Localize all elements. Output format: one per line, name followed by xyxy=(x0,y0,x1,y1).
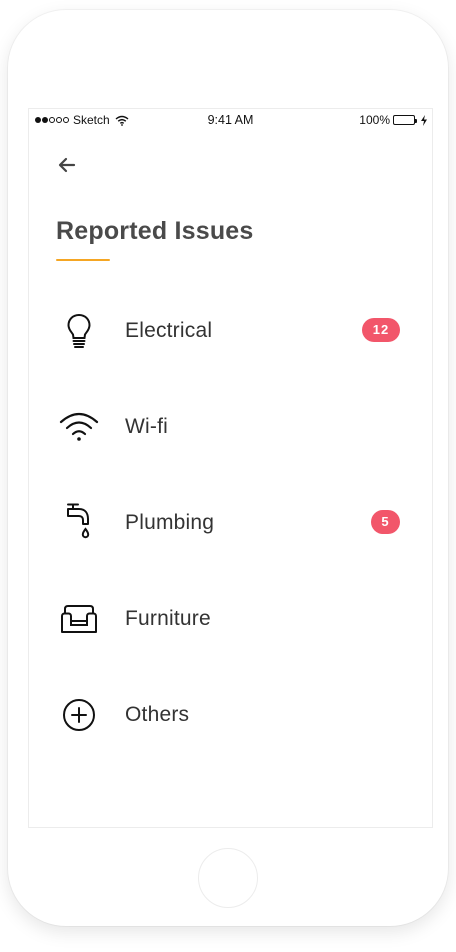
lightbulb-icon xyxy=(59,311,99,351)
issue-label: Others xyxy=(125,703,190,726)
issue-label: Furniture xyxy=(125,607,211,630)
plus-circle-icon xyxy=(59,695,99,735)
issue-item-others[interactable]: Others xyxy=(29,683,432,743)
sofa-icon xyxy=(59,599,99,639)
issue-item-plumbing[interactable]: Plumbing 5 xyxy=(29,491,432,551)
charging-bolt-icon xyxy=(421,114,427,126)
battery-icon xyxy=(393,115,417,125)
issue-item-electrical[interactable]: Electrical 12 xyxy=(29,299,432,359)
status-right: 100% xyxy=(359,113,428,127)
wifi-icon xyxy=(59,407,99,447)
issue-label: Electrical xyxy=(125,319,213,342)
home-button[interactable] xyxy=(198,848,258,908)
title-underline xyxy=(56,259,110,261)
page-title: Reported Issues xyxy=(56,217,254,245)
back-button[interactable] xyxy=(55,153,79,177)
app-screen: Sketch 9:41 AM 100% Reported Issues Elec… xyxy=(28,108,433,828)
battery-percent: 100% xyxy=(359,113,390,127)
issue-count-badge: 5 xyxy=(371,510,400,534)
issue-item-furniture[interactable]: Furniture xyxy=(29,587,432,647)
status-bar: Sketch 9:41 AM 100% xyxy=(29,109,432,131)
faucet-icon xyxy=(59,503,99,543)
issue-count-badge: 12 xyxy=(362,318,400,342)
issue-label: Plumbing xyxy=(125,511,215,534)
issue-label: Wi-fi xyxy=(125,415,168,438)
arrow-left-icon xyxy=(58,157,76,173)
issue-item-wifi[interactable]: Wi-fi xyxy=(29,395,432,455)
